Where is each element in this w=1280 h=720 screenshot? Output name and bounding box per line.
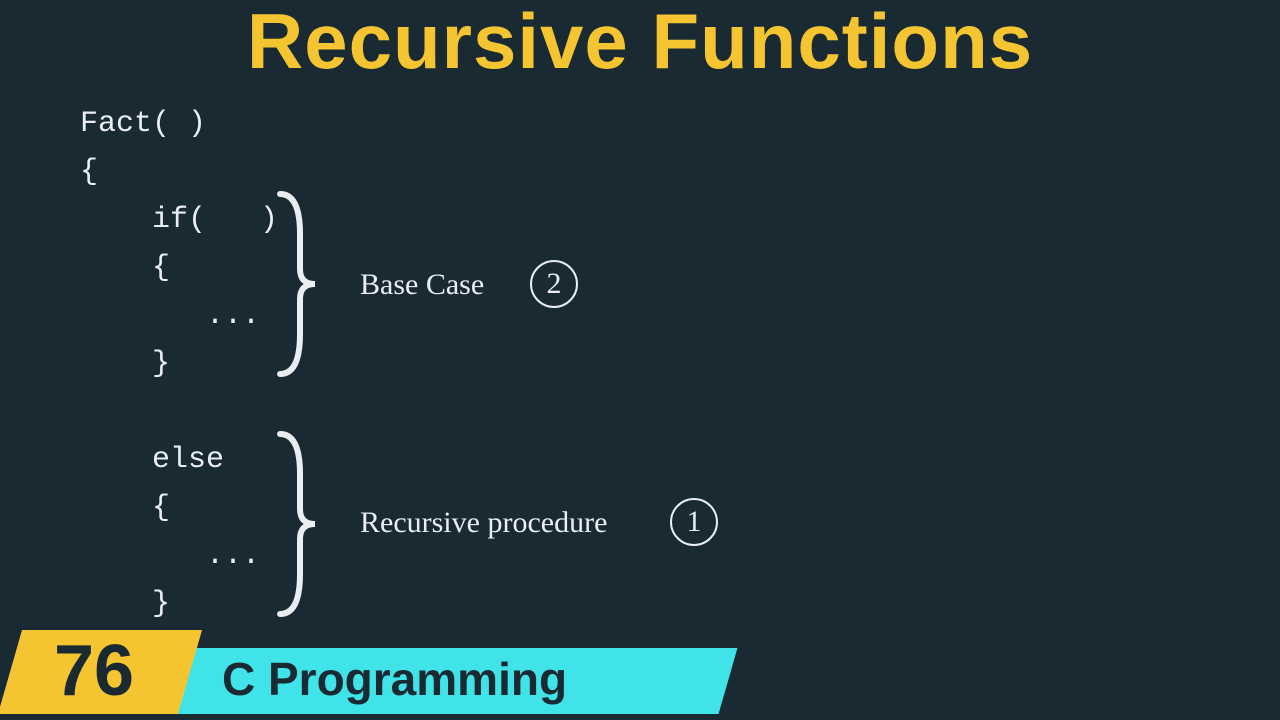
code-line: else <box>80 443 224 477</box>
code-line: { <box>80 155 98 189</box>
brace-icon <box>270 424 330 624</box>
step-circle-recursive: 1 <box>670 498 718 546</box>
code-block: Fact( ) { if( ) { ... } else { ... } <box>80 100 278 628</box>
code-line: } <box>80 347 170 381</box>
code-line: if( ) <box>80 203 278 237</box>
step-circle-base: 2 <box>530 260 578 308</box>
slide-title: Recursive Functions <box>0 0 1280 87</box>
step-number: 2 <box>547 267 562 301</box>
code-line: ... <box>80 539 260 573</box>
lesson-number: 76 <box>54 630 134 712</box>
base-case-label: Base Case <box>360 268 484 302</box>
code-line: } <box>80 587 170 621</box>
course-name: C Programming <box>222 652 567 706</box>
step-number: 1 <box>687 505 702 539</box>
recursive-label: Recursive procedure <box>360 506 607 540</box>
code-line: ... <box>80 299 260 333</box>
code-line: Fact( ) <box>80 107 206 141</box>
code-line: { <box>80 491 170 525</box>
brace-icon <box>270 184 330 384</box>
code-line: { <box>80 251 170 285</box>
